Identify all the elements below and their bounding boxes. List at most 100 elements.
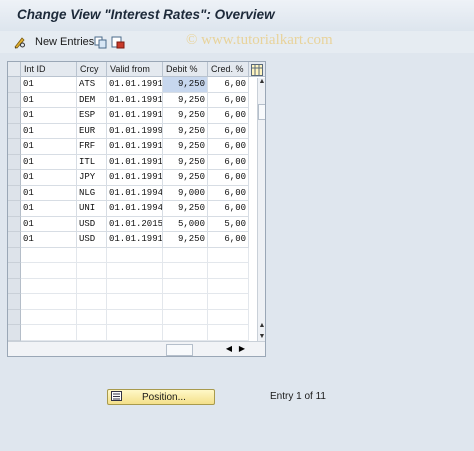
interest-rates-table: Int ID Crcy Valid from Debit % Cred. % 01 ATS 0…: [7, 61, 266, 357]
empty-cell: [77, 278, 107, 294]
table-cell[interactable]: 6,00: [208, 185, 249, 201]
table-cell[interactable]: 9,000: [163, 185, 208, 201]
column-header[interactable]: Debit %: [163, 62, 208, 77]
table-cell[interactable]: 6,00: [208, 154, 249, 170]
table-cell[interactable]: UNI: [77, 201, 107, 217]
table-cell[interactable]: 9,250: [163, 154, 208, 170]
row-selector[interactable]: [8, 294, 21, 310]
table-cell[interactable]: 6,00: [208, 139, 249, 155]
table-cell[interactable]: JPY: [77, 170, 107, 186]
scroll-thumb[interactable]: [258, 104, 265, 120]
pencil-glasses-icon[interactable]: [13, 34, 27, 50]
table-cell[interactable]: 01.01.1991: [107, 92, 163, 108]
horizontal-scrollbar[interactable]: ◀ ▶: [8, 341, 265, 356]
row-selector[interactable]: [8, 278, 21, 294]
table-cell[interactable]: ATS: [77, 77, 107, 93]
table-cell[interactable]: 6,00: [208, 92, 249, 108]
table-cell[interactable]: 9,250: [163, 77, 208, 93]
row-selector[interactable]: [8, 139, 21, 155]
table-cell[interactable]: 6,00: [208, 232, 249, 248]
row-selector[interactable]: [8, 263, 21, 279]
row-selector[interactable]: [8, 309, 21, 325]
new-entries-button[interactable]: New Entries: [35, 34, 94, 50]
row-selector[interactable]: [8, 325, 21, 341]
table-cell[interactable]: 5,00: [208, 216, 249, 232]
table-cell[interactable]: 01: [21, 108, 77, 124]
vertical-scrollbar[interactable]: ▲ ▲ ▼: [257, 78, 265, 341]
position-button[interactable]: Position...: [107, 389, 215, 405]
row-selector[interactable]: [8, 170, 21, 186]
empty-cell: [208, 325, 249, 341]
table-cell[interactable]: 9,250: [163, 123, 208, 139]
column-header[interactable]: Crcy: [77, 62, 107, 77]
table-cell[interactable]: 01.01.1994: [107, 185, 163, 201]
table-cell[interactable]: 01: [21, 216, 77, 232]
table-cell[interactable]: 01: [21, 77, 77, 93]
table-cell[interactable]: 9,250: [163, 139, 208, 155]
row-selector[interactable]: [8, 92, 21, 108]
table-cell[interactable]: 6,00: [208, 170, 249, 186]
table-cell[interactable]: 01.01.1999: [107, 123, 163, 139]
column-header[interactable]: Valid from: [107, 62, 163, 77]
delete-icon[interactable]: [111, 34, 125, 50]
table-cell[interactable]: ITL: [77, 154, 107, 170]
table-cell[interactable]: 01: [21, 185, 77, 201]
table-cell[interactable]: 6,00: [208, 201, 249, 217]
table-cell[interactable]: 01: [21, 170, 77, 186]
row-selector[interactable]: [8, 123, 21, 139]
column-header[interactable]: Int ID: [21, 62, 77, 77]
table-cell[interactable]: 9,250: [163, 170, 208, 186]
empty-cell: [77, 294, 107, 310]
table-cell[interactable]: 01.01.1994: [107, 201, 163, 217]
empty-cell: [163, 325, 208, 341]
scroll-thumb[interactable]: [166, 344, 193, 356]
table-cell[interactable]: 01.01.1991: [107, 170, 163, 186]
table-cell[interactable]: 01.01.1991: [107, 139, 163, 155]
scroll-up-icon[interactable]: ▲: [258, 322, 265, 330]
row-selector[interactable]: [8, 216, 21, 232]
table-cell[interactable]: 01: [21, 232, 77, 248]
row-selector[interactable]: [8, 77, 21, 93]
row-selector[interactable]: [8, 185, 21, 201]
scroll-down-icon[interactable]: ▼: [258, 333, 265, 341]
table-cell[interactable]: 01: [21, 201, 77, 217]
table-cell[interactable]: DEM: [77, 92, 107, 108]
scroll-left-icon[interactable]: ◀: [224, 342, 234, 356]
row-selector[interactable]: [8, 201, 21, 217]
table-cell[interactable]: 01: [21, 123, 77, 139]
empty-cell: [163, 294, 208, 310]
row-selector[interactable]: [8, 247, 21, 263]
empty-cell: [21, 247, 77, 263]
table-cell[interactable]: 01.01.1991: [107, 154, 163, 170]
table-cell[interactable]: 01.01.1991: [107, 232, 163, 248]
table-cell[interactable]: USD: [77, 232, 107, 248]
table-cell[interactable]: 6,00: [208, 123, 249, 139]
table-cell[interactable]: 9,250: [163, 108, 208, 124]
table-cell[interactable]: ESP: [77, 108, 107, 124]
table-cell[interactable]: 01.01.1991: [107, 108, 163, 124]
table-cell[interactable]: 01: [21, 139, 77, 155]
scroll-up-icon[interactable]: ▲: [258, 78, 265, 86]
table-cell[interactable]: 01: [21, 154, 77, 170]
table-cell[interactable]: 01: [21, 92, 77, 108]
table-cell[interactable]: FRF: [77, 139, 107, 155]
table-cell[interactable]: 6,00: [208, 108, 249, 124]
table-cell[interactable]: 9,250: [163, 92, 208, 108]
table-cell[interactable]: 01.01.1991: [107, 77, 163, 93]
table-cell[interactable]: 9,250: [163, 201, 208, 217]
table-cell[interactable]: 01.01.2015: [107, 216, 163, 232]
row-selector[interactable]: [8, 154, 21, 170]
row-selector[interactable]: [8, 108, 21, 124]
title-bar: Change View "Interest Rates": Overview: [0, 0, 474, 32]
column-header[interactable]: Cred. %: [208, 62, 249, 77]
row-selector[interactable]: [8, 232, 21, 248]
table-cell[interactable]: EUR: [77, 123, 107, 139]
column-settings-icon[interactable]: [249, 62, 265, 77]
table-cell[interactable]: 9,250: [163, 232, 208, 248]
table-cell[interactable]: USD: [77, 216, 107, 232]
table-cell[interactable]: 6,00: [208, 77, 249, 93]
copy-icon[interactable]: [94, 34, 107, 50]
table-cell[interactable]: 5,000: [163, 216, 208, 232]
scroll-right-icon[interactable]: ▶: [237, 342, 247, 356]
table-cell[interactable]: NLG: [77, 185, 107, 201]
